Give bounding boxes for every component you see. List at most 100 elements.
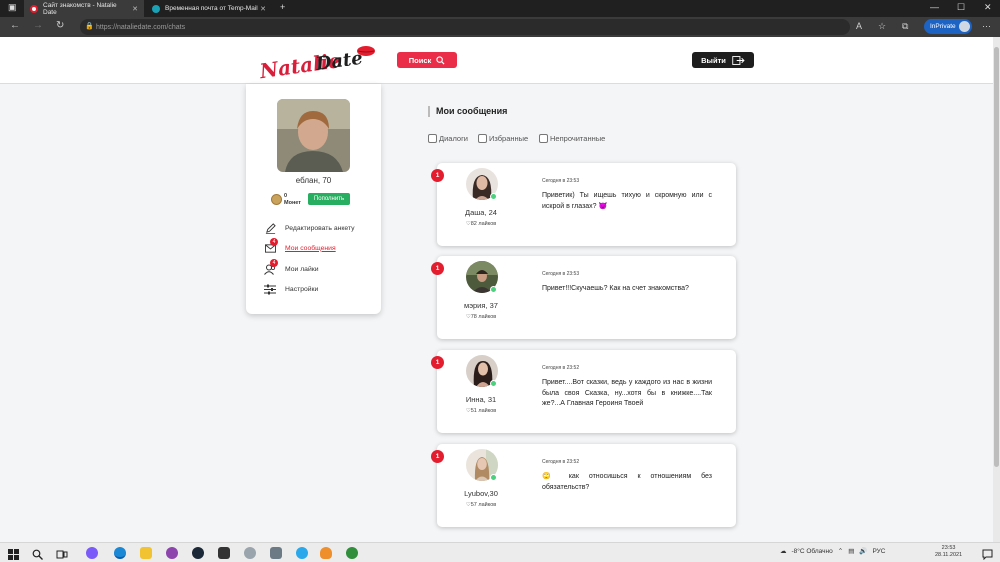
search-taskbar-icon[interactable] (32, 547, 44, 560)
filter-dialogs[interactable]: Диалоги (428, 134, 468, 143)
tab-natalie-date[interactable]: Сайт знакомств - Natalie Date ✕ (24, 0, 144, 17)
message-preview: Привет....Вот сказки, ведь у каждого из … (542, 379, 712, 407)
url-field[interactable]: 🔒 https://nataliedate.com/chats (80, 19, 850, 35)
epic-games-icon[interactable] (218, 547, 230, 559)
sender-name-age: Lyubov,30 (464, 489, 498, 498)
message-time: Сегодня в 23:52 (542, 365, 580, 371)
task-view-icon[interactable] (56, 547, 68, 559)
more-menu-icon[interactable]: ⋯ (982, 21, 991, 32)
dialogs-checkbox[interactable] (428, 134, 437, 143)
user-avatar[interactable] (277, 99, 350, 172)
likes-count: 82 лайков (470, 221, 497, 227)
notifications-icon[interactable] (982, 547, 994, 561)
sliders-icon (264, 283, 276, 295)
app-purple-icon[interactable] (86, 547, 98, 559)
app-slate-icon[interactable] (270, 547, 282, 559)
app-grey-icon[interactable] (244, 547, 256, 559)
refresh-icon[interactable]: ↻ (56, 20, 64, 31)
steam-icon[interactable] (192, 547, 204, 559)
tempmail-favicon-icon (152, 4, 160, 13)
close-tab-icon[interactable]: ✕ (260, 5, 266, 13)
profile-avatar-icon (959, 21, 970, 32)
telegram-icon[interactable] (296, 547, 308, 559)
address-bar: ← → ↻ 🔒 https://nataliedate.com/chats A … (0, 17, 1000, 37)
message-card[interactable]: 1 мэрия, 37 ♡78 лайков Сегодня в 23:53 П… (431, 256, 736, 339)
topup-button[interactable]: Пополнить (308, 193, 350, 205)
lock-icon: 🔒 (85, 23, 94, 30)
sender-name-age: Инна, 31 (465, 395, 497, 404)
logout-button[interactable]: Выйти (692, 52, 754, 68)
message-time: Сегодня в 23:53 (542, 178, 580, 184)
logout-icon (732, 55, 745, 65)
likes-count: 51 лайков (470, 408, 497, 414)
menu-item-label: Мои сообщения (285, 244, 336, 252)
sender-likes: ♡51 лайков (437, 408, 525, 414)
sender-likes: ♡82 лайков (437, 221, 525, 227)
search-button[interactable]: Поиск (397, 52, 457, 68)
menu-item-settings[interactable]: Настройки (264, 283, 318, 295)
search-icon (436, 55, 445, 65)
edge-browser-icon[interactable] (114, 547, 126, 559)
weather-icon[interactable]: ☁ (780, 547, 787, 555)
page-title: Мои сообщения (436, 106, 508, 116)
menu-item-label: Редактировать анкету (285, 224, 355, 232)
weather-text[interactable]: -8°C Облачно (792, 548, 833, 555)
tab-title: Сайт знакомств - Natalie Date (43, 1, 117, 16)
message-card[interactable]: 1 Lyubov,30 ♡57 лайков Сегодня в 23:52 🙄… (431, 444, 736, 527)
menu-item-my-likes[interactable]: 4 Мои лайки (264, 259, 319, 275)
system-clock[interactable]: 23:53 28.11.2021 (935, 545, 962, 559)
favorites-star-icon[interactable]: ☆ (878, 21, 886, 32)
natalie-date-logo[interactable]: Natalie Date (258, 41, 378, 81)
window-menu-icon[interactable]: ▣ (8, 2, 17, 13)
filter-favorites[interactable]: Избранные (478, 134, 528, 143)
windows-start-icon[interactable] (8, 547, 20, 560)
tab-temp-mail[interactable]: Временная почта от Temp-Mail ✕ (146, 0, 272, 17)
forward-icon[interactable]: → (33, 20, 43, 31)
messenger-icon[interactable] (166, 547, 178, 559)
message-preview: Привет!!!Скучаешь? Как на счет знакомств… (542, 285, 689, 292)
message-preview: 🙄 как относишься к отношениям без обязат… (542, 473, 712, 491)
unread-count-badge: 1 (431, 262, 444, 275)
menu-item-edit-profile[interactable]: Редактировать анкету (264, 222, 355, 234)
inprivate-label: InPrivate (930, 23, 956, 30)
close-tab-icon[interactable]: ✕ (132, 5, 138, 13)
scrollbar-thumb[interactable] (994, 47, 999, 467)
message-card[interactable]: 1 Инна, 31 ♡51 лайков Сегодня в 23:52 Пр… (431, 350, 736, 433)
site-header: Natalie Date Поиск Выйти (0, 37, 993, 84)
url-text: https://nataliedate.com/chats (96, 23, 186, 31)
message-card[interactable]: 1 Даша, 24 ♡82 лайков Сегодня в 23:53 Пр… (431, 163, 736, 246)
unread-checkbox[interactable] (539, 134, 548, 143)
maximize-icon[interactable]: ☐ (957, 2, 965, 13)
microphone-icon[interactable] (320, 547, 332, 559)
coin-balance: 0 Монет (284, 193, 301, 206)
collections-icon[interactable]: ⧉ (902, 21, 908, 32)
back-icon[interactable]: ← (10, 20, 20, 31)
file-explorer-icon[interactable] (140, 547, 152, 559)
envelope-icon: 4 (264, 238, 278, 254)
new-tab-icon[interactable]: + (280, 2, 285, 12)
messages-count-badge: 4 (270, 238, 278, 246)
unread-count-badge: 1 (431, 450, 444, 463)
network-icon[interactable]: ▤ (848, 547, 854, 555)
favorites-checkbox[interactable] (478, 134, 487, 143)
minimize-icon[interactable]: — (930, 2, 939, 12)
menu-item-label: Мои лайки (285, 265, 319, 273)
online-indicator (490, 380, 497, 387)
menu-item-my-messages[interactable]: 4 Мои сообщения (264, 238, 336, 254)
inprivate-badge[interactable]: InPrivate (924, 19, 972, 34)
coin-label: Монет (284, 199, 301, 206)
close-window-icon[interactable]: ✕ (984, 2, 992, 13)
message-time: Сегодня в 23:53 (542, 271, 580, 277)
browser-tab-bar: ▣ Сайт знакомств - Natalie Date ✕ Времен… (0, 0, 1000, 17)
clock-date: 28.11.2021 (935, 552, 963, 558)
volume-icon[interactable]: 🔊 (859, 547, 867, 555)
utorrent-icon[interactable] (346, 547, 358, 559)
filter-label: Диалоги (439, 134, 468, 143)
likes-count: 78 лайков (470, 314, 497, 320)
read-aloud-icon[interactable]: A (856, 21, 862, 31)
profile-card: еблан, 70 0 Монет Пополнить Редактироват… (246, 84, 381, 314)
windows-taskbar: ☁ -8°C Облачно ⌃ ▤ 🔊 РУС 23:53 28.11.202… (0, 542, 1000, 562)
tray-chevron-icon[interactable]: ⌃ (838, 547, 843, 555)
filter-unread[interactable]: Непрочитанные (539, 134, 605, 143)
language-indicator[interactable]: РУС (872, 548, 885, 555)
